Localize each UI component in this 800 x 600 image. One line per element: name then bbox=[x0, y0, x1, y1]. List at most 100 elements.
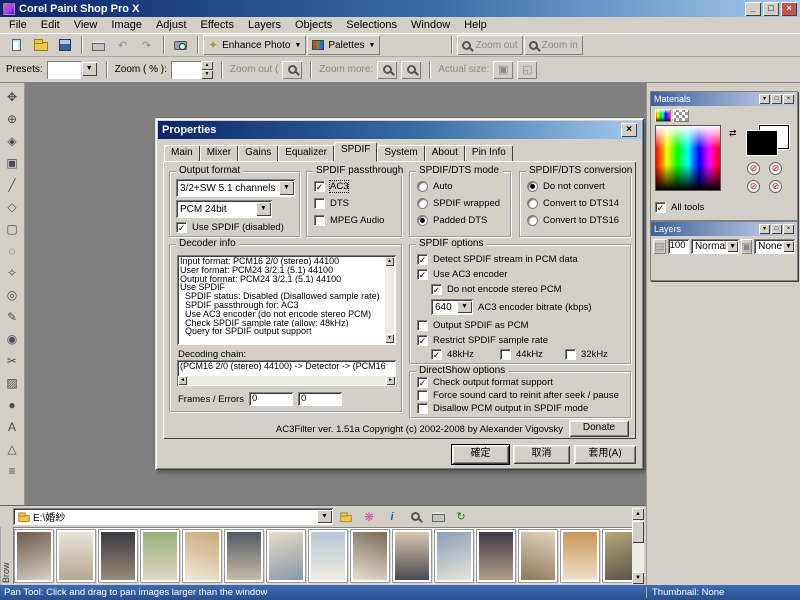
rate-44khz-checkbox[interactable]: 44kHz bbox=[500, 349, 543, 360]
palettes-button[interactable]: Palettes ▼ bbox=[307, 35, 380, 55]
find-icon[interactable] bbox=[405, 508, 425, 526]
up-one-level-icon[interactable] bbox=[336, 508, 356, 526]
dialog-close-icon[interactable]: × bbox=[621, 123, 637, 137]
photo-thumbnail[interactable] bbox=[350, 529, 390, 583]
all-tools-checkbox[interactable]: All tools bbox=[655, 202, 704, 213]
restore-icon[interactable]: □ bbox=[771, 94, 782, 104]
photo-thumbnail[interactable] bbox=[98, 529, 138, 583]
mode-auto-radio[interactable]: Auto bbox=[417, 181, 453, 192]
tool-pen[interactable]: ≡ bbox=[2, 460, 23, 481]
tool-scratch-remover[interactable]: ✂ bbox=[2, 350, 23, 371]
decoding-chain-box[interactable]: (PCM16 2/0 (stereo) 44100) -> Detector -… bbox=[177, 360, 396, 386]
menu-layers[interactable]: Layers bbox=[241, 18, 288, 32]
menu-image[interactable]: Image bbox=[104, 18, 149, 32]
photo-thumbnail[interactable] bbox=[182, 529, 222, 583]
bitrate-dropdown[interactable]: 640 ▼ bbox=[431, 299, 473, 315]
no-stereo-pcm-checkbox[interactable]: Do not encode stereo PCM bbox=[431, 284, 562, 295]
photo-thumbnail[interactable] bbox=[392, 529, 432, 583]
photo-thumbnail[interactable] bbox=[266, 529, 306, 583]
menu-adjust[interactable]: Adjust bbox=[149, 18, 194, 32]
decoder-info-textbox[interactable]: Input format: PCM16 2/0 (stereo) 44100 U… bbox=[177, 255, 396, 345]
photo-thumbnail[interactable] bbox=[56, 529, 96, 583]
opacity-field[interactable]: 100 bbox=[668, 239, 689, 254]
menu-effects[interactable]: Effects bbox=[194, 18, 241, 32]
restore-icon[interactable]: □ bbox=[771, 224, 782, 234]
mode-padded-dts-radio[interactable]: Padded DTS bbox=[417, 215, 487, 226]
scroll-down-icon[interactable]: ▼ bbox=[632, 572, 644, 584]
tool-pan[interactable]: ✥ bbox=[2, 86, 23, 107]
zoom-more-button1[interactable] bbox=[377, 61, 397, 79]
layers-titlebar[interactable]: Layers ▾ □ × bbox=[651, 222, 797, 236]
scroll-down-icon[interactable]: ▼ bbox=[385, 334, 394, 343]
donate-button[interactable]: Donate bbox=[569, 420, 629, 437]
decoder-info-scrollbar[interactable]: ▲ ▼ bbox=[385, 257, 394, 343]
zoom-more-button2[interactable] bbox=[401, 61, 421, 79]
foreground-color-swatch[interactable] bbox=[747, 131, 777, 155]
tab-gains[interactable]: Gains bbox=[238, 145, 278, 161]
path-dropdown[interactable]: E:\婚紗 ▼ bbox=[13, 508, 333, 525]
photo-thumbnail[interactable] bbox=[224, 529, 264, 583]
presets-dropdown[interactable]: ▼ bbox=[47, 61, 98, 79]
menu-view[interactable]: View bbox=[67, 18, 105, 32]
apply-button[interactable]: 套用(A) bbox=[574, 445, 636, 464]
actual-size-button[interactable]: ▣ bbox=[493, 61, 513, 79]
tab-spdif[interactable]: SPDIF bbox=[334, 142, 377, 161]
scroll-up-icon[interactable]: ▲ bbox=[632, 508, 644, 520]
open-file-icon[interactable] bbox=[29, 35, 52, 55]
tool-crop[interactable]: ▣ bbox=[2, 152, 23, 173]
color-picker-gradient[interactable] bbox=[655, 125, 721, 191]
menu-file[interactable]: File bbox=[2, 18, 34, 32]
tab-system[interactable]: System bbox=[377, 145, 424, 161]
tool-straighten[interactable]: ╱ bbox=[2, 174, 23, 195]
tab-mixer[interactable]: Mixer bbox=[200, 145, 238, 161]
tab-main[interactable]: Main bbox=[164, 145, 200, 161]
photo-thumbnail[interactable] bbox=[602, 529, 632, 583]
tool-zoom[interactable]: ⊕ bbox=[2, 108, 23, 129]
transparent-bg-icon[interactable]: ⊘ bbox=[769, 162, 782, 175]
menu-selections[interactable]: Selections bbox=[339, 18, 404, 32]
tab-about[interactable]: About bbox=[425, 145, 465, 161]
mode-spdif-wrapped-radio[interactable]: SPDIF wrapped bbox=[417, 198, 500, 209]
rate-32khz-checkbox[interactable]: 32kHz bbox=[565, 349, 608, 360]
tab-equalizer[interactable]: Equalizer bbox=[278, 145, 334, 161]
print-browser-icon[interactable] bbox=[428, 508, 448, 526]
restrict-sample-rate-checkbox[interactable]: Restrict SPDIF sample rate bbox=[417, 335, 548, 346]
pin-icon[interactable]: ▾ bbox=[759, 224, 770, 234]
tab-pininfo[interactable]: Pin Info bbox=[465, 145, 513, 161]
zoom-percent-input[interactable]: ▲▼ bbox=[171, 61, 213, 79]
mpeg-audio-checkbox[interactable]: MPEG Audio bbox=[314, 215, 384, 226]
tool-perspective[interactable]: ◇ bbox=[2, 196, 23, 217]
detect-spdif-checkbox[interactable]: Detect SPDIF stream in PCM data bbox=[417, 254, 578, 265]
lock-icon[interactable]: ▣ bbox=[741, 239, 752, 254]
swatches-tab[interactable] bbox=[673, 109, 689, 122]
conv-do-not-convert-radio[interactable]: Do not convert bbox=[527, 181, 605, 192]
tool-selection[interactable]: ▢ bbox=[2, 218, 23, 239]
use-spdif-checkbox[interactable]: Use SPDIF (disabled) bbox=[176, 222, 284, 233]
scroll-up-icon[interactable]: ▲ bbox=[385, 257, 394, 266]
dts-checkbox[interactable]: DTS bbox=[314, 198, 349, 209]
browser-side-tab[interactable]: Brow bbox=[0, 527, 11, 585]
menu-objects[interactable]: Objects bbox=[288, 18, 339, 32]
tool-dropper[interactable]: ◎ bbox=[2, 284, 23, 305]
window-titlebar[interactable]: Corel Paint Shop Pro X _ □ × bbox=[0, 0, 800, 17]
scroll-right-icon[interactable]: ► bbox=[386, 376, 395, 385]
photo-thumbnail[interactable] bbox=[560, 529, 600, 583]
refresh-icon[interactable]: ↻ bbox=[451, 508, 471, 526]
materials-titlebar[interactable]: Materials ▾ □ × bbox=[651, 92, 797, 106]
blend-mode-dropdown[interactable]: Normal ▼ bbox=[691, 239, 739, 254]
dialog-titlebar[interactable]: Properties × bbox=[158, 121, 641, 139]
cancel-button[interactable]: 取消 bbox=[513, 445, 570, 464]
minimize-button[interactable]: _ bbox=[745, 2, 761, 16]
frame-tab[interactable] bbox=[655, 109, 671, 122]
new-layer-icon[interactable]: ▤ bbox=[653, 239, 666, 254]
photo-thumbnail[interactable] bbox=[308, 529, 348, 583]
scroll-left-icon[interactable]: ◄ bbox=[178, 376, 187, 385]
menu-window[interactable]: Window bbox=[404, 18, 457, 32]
ac3-checkbox[interactable]: AC3 bbox=[314, 181, 348, 192]
spin-up-icon[interactable]: ▲ bbox=[201, 61, 213, 70]
tool-clone[interactable]: ◉ bbox=[2, 328, 23, 349]
use-ac3-encoder-checkbox[interactable]: Use AC3 encoder bbox=[417, 269, 507, 280]
camera-import-icon[interactable] bbox=[169, 35, 192, 55]
close-icon[interactable]: × bbox=[783, 224, 794, 234]
check-output-format-checkbox[interactable]: Check output format support bbox=[417, 377, 553, 388]
